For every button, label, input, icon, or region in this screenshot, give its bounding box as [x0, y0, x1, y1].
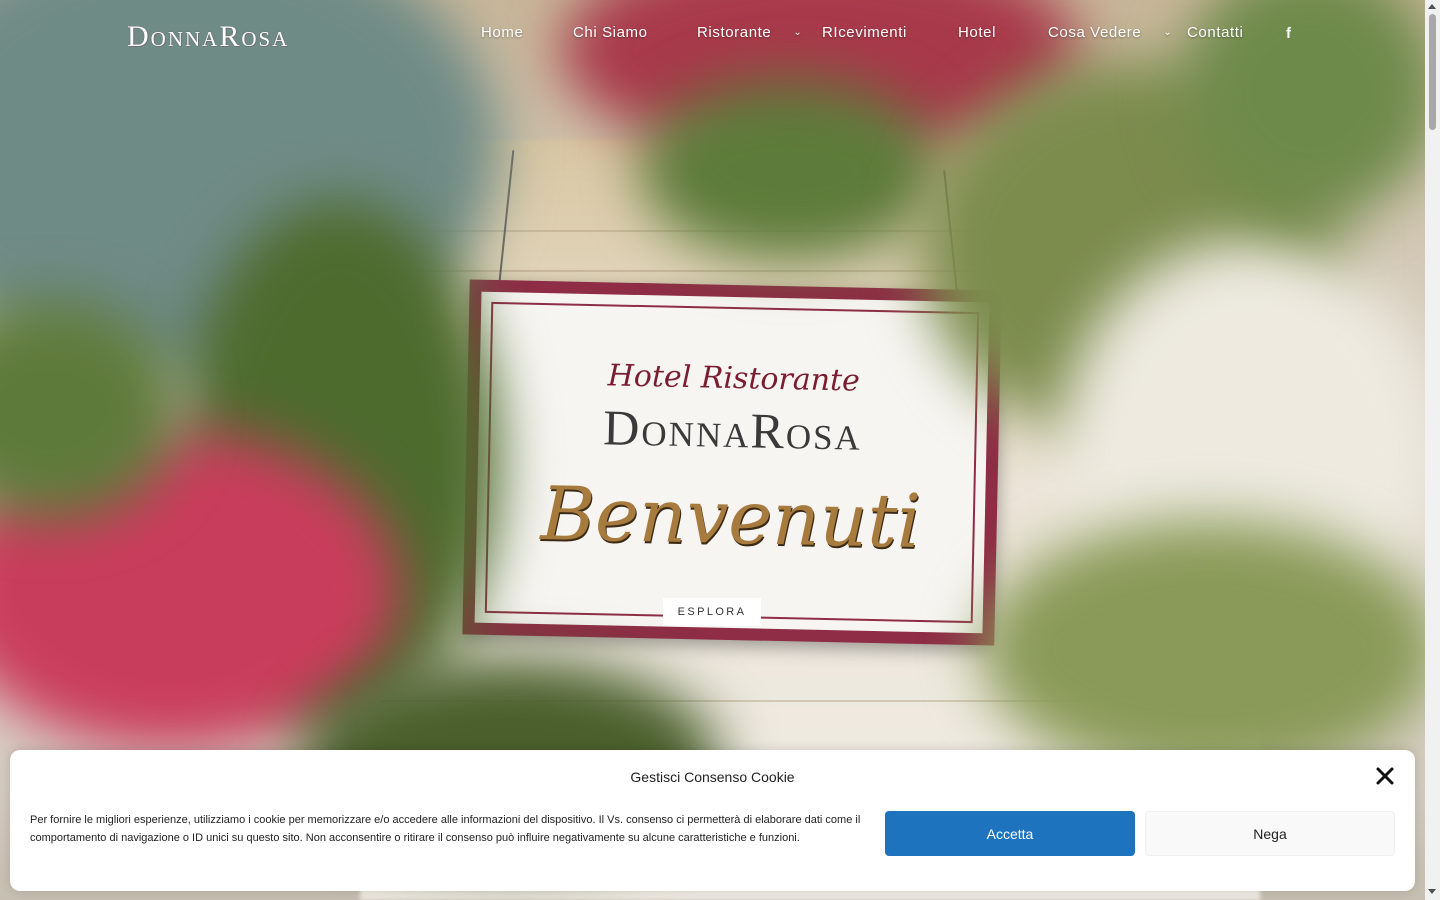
deny-button[interactable]: Nega	[1145, 811, 1395, 856]
nav-item-cosa-vedere[interactable]: Cosa Vedere ⌄	[1048, 24, 1172, 41]
site-logo[interactable]: DonnaRosa	[127, 20, 289, 54]
cookie-title: Gestisci Consenso Cookie	[630, 769, 795, 785]
cookie-description: Per fornire le migliori esperienze, util…	[30, 814, 861, 844]
nav-item-chi-siamo[interactable]: Chi Siamo	[573, 24, 648, 41]
scrollbar-thumb[interactable]	[1429, 14, 1436, 130]
chevron-down-icon: ⌄	[1163, 27, 1173, 38]
foliage-blur	[640, 80, 940, 260]
nav-item-ristorante[interactable]: Ristorante ⌄	[697, 24, 802, 41]
scroll-down-arrow-icon[interactable]	[1428, 889, 1436, 894]
facebook-icon[interactable]: f	[1286, 25, 1291, 42]
foliage-blur	[980, 520, 1425, 780]
welcome-sign: Hotel Ristorante DonnaRosa Benvenuti	[462, 279, 1002, 646]
sign-welcome: Benvenuti	[539, 471, 922, 565]
chevron-down-icon: ⌄	[793, 27, 803, 38]
scroll-up-arrow-icon[interactable]	[1428, 4, 1436, 9]
cookie-consent-banner: Gestisci Consenso Cookie Per fornire le …	[10, 750, 1415, 891]
close-icon[interactable]	[1373, 764, 1397, 788]
nav-item-hotel[interactable]: Hotel	[958, 24, 996, 41]
nav-item-home[interactable]: Home	[481, 24, 523, 41]
nav-item-contatti[interactable]: Contatti	[1187, 24, 1244, 41]
nav-item-ricevimenti[interactable]: RIcevimenti	[822, 24, 907, 41]
accept-button[interactable]: Accetta	[885, 811, 1135, 856]
sign-title: DonnaRosa	[602, 399, 863, 461]
page-scrollbar[interactable]	[1425, 0, 1440, 900]
page: Hotel Ristorante DonnaRosa Benvenuti Don…	[0, 0, 1440, 900]
explore-button[interactable]: ESPLORA	[663, 598, 761, 626]
